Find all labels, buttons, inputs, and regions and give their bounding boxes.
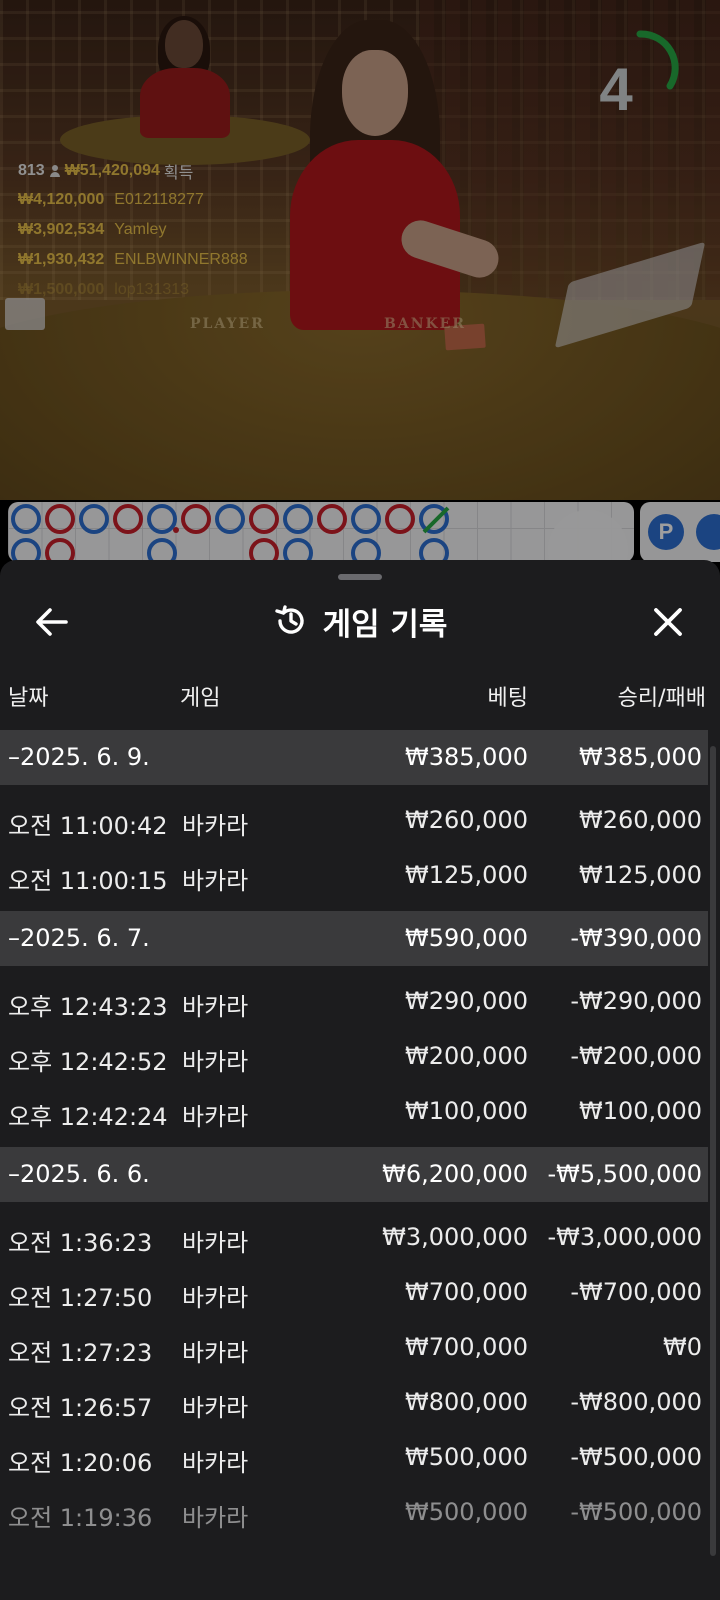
row-time: 오전 1:27:50 xyxy=(8,1284,153,1312)
sheet-title: 게임 기록 xyxy=(322,606,448,643)
column-headers: 날짜 게임 베팅 승리/패배 xyxy=(0,672,720,716)
row-result: -₩700,000 xyxy=(570,1278,702,1306)
group-bet: ₩385,000 xyxy=(405,743,528,771)
date-group-row[interactable]: –2025. 6. 6. ₩6,200,000 -₩5,500,000 xyxy=(0,1147,708,1202)
group-bet: ₩590,000 xyxy=(405,924,528,952)
row-game: 바카라 xyxy=(182,993,249,1021)
history-row[interactable]: 오전 1:26:57 바카라 ₩800,000 -₩800,000 xyxy=(0,1375,708,1430)
sheet-drag-handle[interactable] xyxy=(338,574,382,580)
group-result: -₩390,000 xyxy=(570,924,702,952)
row-time: 오후 12:42:52 xyxy=(8,1048,168,1076)
row-result: -₩200,000 xyxy=(570,1042,702,1070)
column-header-game: 게임 xyxy=(180,686,221,711)
row-bet: ₩700,000 xyxy=(405,1333,528,1361)
row-game: 바카라 xyxy=(182,1048,249,1076)
group-date: –2025. 6. 9. xyxy=(8,743,150,771)
column-header-date: 날짜 xyxy=(8,686,49,711)
history-row[interactable]: 오후 12:42:52 바카라 ₩200,000 -₩200,000 xyxy=(0,1029,708,1084)
row-bet: ₩500,000 xyxy=(405,1443,528,1471)
date-group-row[interactable]: –2025. 6. 9. ₩385,000 ₩385,000 xyxy=(0,730,708,785)
row-game: 바카라 xyxy=(182,1284,249,1312)
row-bet: ₩700,000 xyxy=(405,1278,528,1306)
column-header-bet: 베팅 xyxy=(487,686,528,711)
group-result: -₩5,500,000 xyxy=(547,1160,702,1188)
group-bet: ₩6,200,000 xyxy=(382,1160,528,1188)
scrollbar[interactable] xyxy=(710,746,716,1556)
history-row[interactable]: 오후 12:43:23 바카라 ₩290,000 -₩290,000 xyxy=(0,974,708,1029)
history-row[interactable]: 오전 1:36:23 바카라 ₩3,000,000 -₩3,000,000 xyxy=(0,1210,708,1265)
row-time: 오전 11:00:15 xyxy=(8,867,168,895)
row-time: 오전 11:00:42 xyxy=(8,812,168,840)
dim-overlay[interactable] xyxy=(0,0,720,600)
date-group-row[interactable]: –2025. 6. 7. ₩590,000 -₩390,000 xyxy=(0,911,708,966)
row-bet: ₩800,000 xyxy=(405,1388,528,1416)
group-date: –2025. 6. 7. xyxy=(8,924,150,952)
arrow-left-icon[interactable] xyxy=(30,600,74,644)
history-row[interactable]: 오전 1:27:23 바카라 ₩700,000 ₩0 xyxy=(0,1320,708,1375)
row-game: 바카라 xyxy=(182,1394,249,1422)
row-result: ₩260,000 xyxy=(579,806,702,834)
row-bet: ₩125,000 xyxy=(405,861,528,889)
history-list: –2025. 6. 9. ₩385,000 ₩385,000 오전 11:00:… xyxy=(0,730,708,1540)
row-bet: ₩200,000 xyxy=(405,1042,528,1070)
group-result: ₩385,000 xyxy=(579,743,702,771)
row-bet: ₩100,000 xyxy=(405,1097,528,1125)
row-game: 바카라 xyxy=(182,1103,249,1131)
row-game: 바카라 xyxy=(182,1504,249,1532)
sheet-title-wrap: 게임 기록 xyxy=(0,586,720,656)
row-game: 바카라 xyxy=(182,1339,249,1367)
row-game: 바카라 xyxy=(182,812,249,840)
history-icon xyxy=(274,605,304,634)
row-game: 바카라 xyxy=(182,1449,249,1477)
history-row[interactable]: 오후 12:42:24 바카라 ₩100,000 ₩100,000 xyxy=(0,1084,708,1139)
row-result: ₩0 xyxy=(663,1333,702,1361)
row-bet: ₩3,000,000 xyxy=(382,1223,528,1251)
history-row[interactable]: 오전 1:19:36 바카라 ₩500,000 -₩500,000 xyxy=(0,1485,708,1540)
row-result: -₩800,000 xyxy=(570,1388,702,1416)
row-bet: ₩260,000 xyxy=(405,806,528,834)
group-date: –2025. 6. 6. xyxy=(8,1160,150,1188)
row-result: -₩500,000 xyxy=(570,1443,702,1471)
row-game: 바카라 xyxy=(182,1229,249,1257)
column-header-result: 승리/패배 xyxy=(617,686,706,711)
row-result: -₩3,000,000 xyxy=(547,1223,702,1251)
row-result: ₩100,000 xyxy=(579,1097,702,1125)
row-time: 오전 1:20:06 xyxy=(8,1449,153,1477)
row-time: 오전 1:26:57 xyxy=(8,1394,153,1422)
row-time: 오후 12:43:23 xyxy=(8,993,168,1021)
history-row[interactable]: 오전 1:20:06 바카라 ₩500,000 -₩500,000 xyxy=(0,1430,708,1485)
row-time: 오전 1:27:23 xyxy=(8,1339,153,1367)
row-game: 바카라 xyxy=(182,867,249,895)
row-time: 오후 12:42:24 xyxy=(8,1103,168,1131)
history-row[interactable]: 오전 11:00:15 바카라 ₩125,000 ₩125,000 xyxy=(0,848,708,903)
row-bet: ₩290,000 xyxy=(405,987,528,1015)
row-result: ₩125,000 xyxy=(579,861,702,889)
row-time: 오전 1:19:36 xyxy=(8,1504,153,1532)
sheet-header: 게임 기록 xyxy=(0,586,720,656)
row-result: -₩290,000 xyxy=(570,987,702,1015)
history-row[interactable]: 오전 1:27:50 바카라 ₩700,000 -₩700,000 xyxy=(0,1265,708,1320)
close-icon[interactable] xyxy=(646,600,690,644)
history-row[interactable]: 오전 11:00:42 바카라 ₩260,000 ₩260,000 xyxy=(0,793,708,848)
row-bet: ₩500,000 xyxy=(405,1498,528,1526)
row-time: 오전 1:36:23 xyxy=(8,1229,153,1257)
game-history-sheet: 게임 기록 날짜 게임 베팅 승리/패배 –2025. 6. 9. ₩385,0… xyxy=(0,560,720,1600)
row-result: -₩500,000 xyxy=(570,1498,702,1526)
